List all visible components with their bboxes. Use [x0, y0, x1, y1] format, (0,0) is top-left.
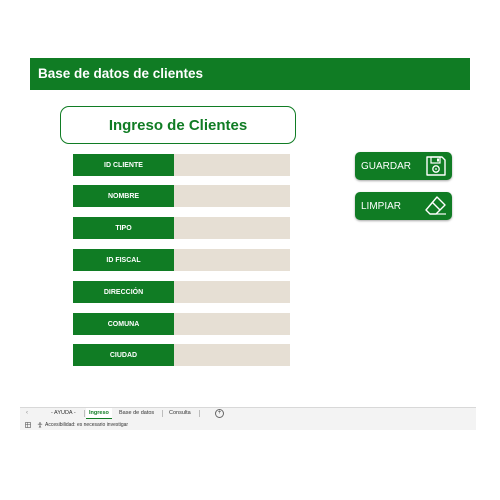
field-row-comuna: COMUNA [73, 313, 290, 335]
field-label: NOMBRE [73, 185, 174, 207]
floppy-disk-icon [426, 156, 446, 176]
id-fiscal-field[interactable] [174, 249, 290, 271]
tab-divider [162, 410, 163, 417]
field-label: CIUDAD [73, 344, 174, 366]
field-row-direccion: DIRECCIÓN [73, 281, 290, 303]
save-button[interactable]: GUARDAR [355, 152, 452, 180]
scroll-left-icon[interactable]: ‹ [26, 410, 28, 416]
accessibility-status[interactable]: Accesibilidad: es necesario investigar [45, 422, 128, 428]
tab-divider [199, 410, 200, 417]
tipo-field[interactable] [174, 217, 290, 239]
form-title-box: Ingreso de Clientes [60, 106, 296, 144]
direccion-field[interactable] [174, 281, 290, 303]
field-label: ID CLIENTE [73, 154, 174, 176]
ciudad-field[interactable] [174, 344, 290, 366]
header-bar: Base de datos de clientes [30, 58, 470, 90]
field-label: DIRECCIÓN [73, 281, 174, 303]
sheet-tabs-bar: ‹ - AYUDA - Ingreso Base de datos Consul… [20, 407, 476, 420]
tab-base-de-datos[interactable]: Base de datos [116, 408, 157, 419]
field-row-nombre: NOMBRE [73, 185, 290, 207]
field-row-ciudad: CIUDAD [73, 344, 290, 366]
status-bar: Accesibilidad: es necesario investigar [20, 420, 476, 430]
tab-divider [84, 410, 85, 417]
accessibility-icon[interactable] [37, 422, 43, 428]
tab-ayuda[interactable]: - AYUDA - [48, 408, 79, 419]
clear-button[interactable]: LIMPIAR [355, 192, 452, 220]
save-button-label: GUARDAR [361, 160, 412, 172]
comuna-field[interactable] [174, 313, 290, 335]
field-label: TIPO [73, 217, 174, 239]
field-row-id-cliente: ID CLIENTE [73, 154, 290, 176]
sheet-view-icon [25, 422, 31, 428]
tab-ingreso[interactable]: Ingreso [86, 408, 112, 419]
field-row-tipo: TIPO [73, 217, 290, 239]
clear-button-label: LIMPIAR [361, 200, 402, 212]
field-row-id-fiscal: ID FISCAL [73, 249, 290, 271]
field-label: COMUNA [73, 313, 174, 335]
tab-consulta[interactable]: Consulta [166, 408, 194, 419]
eraser-icon [425, 196, 446, 215]
id-cliente-field[interactable] [174, 154, 290, 176]
page-title: Base de datos de clientes [38, 66, 204, 81]
form-title: Ingreso de Clientes [108, 116, 248, 134]
field-label: ID FISCAL [73, 249, 174, 271]
nombre-field[interactable] [174, 185, 290, 207]
add-sheet-icon[interactable]: + [215, 409, 224, 418]
